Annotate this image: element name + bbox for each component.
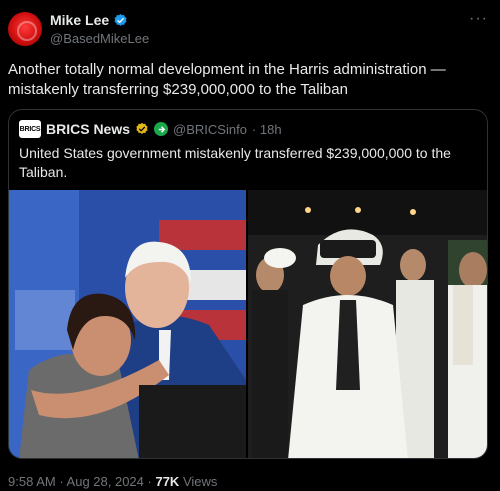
- author-name-row: Mike Lee: [50, 12, 128, 28]
- separator-dot: ·: [143, 474, 156, 489]
- tweet-date[interactable]: Aug 28, 2024: [67, 474, 144, 489]
- views-count: 77K: [155, 474, 180, 489]
- quoted-tweet[interactable]: BRICS BRICS News @BRICSinfo · 18h United…: [8, 109, 488, 459]
- ellipsis-icon[interactable]: ···: [469, 10, 488, 28]
- photo-right-illustration: [248, 190, 487, 458]
- quoted-tweet-time[interactable]: · 18h: [252, 122, 282, 137]
- tweet-header: Mike Lee @BasedMikeLee ···: [8, 8, 492, 52]
- author-avatar[interactable]: [8, 12, 42, 46]
- views-label: Views: [179, 474, 218, 489]
- quoted-tweet-text: United States government mistakenly tran…: [19, 145, 451, 180]
- quoted-author-name[interactable]: BRICS News: [46, 121, 130, 137]
- quoted-author-avatar[interactable]: BRICS: [19, 120, 41, 138]
- separator-dot: ·: [55, 474, 67, 489]
- author-display-name[interactable]: Mike Lee: [50, 12, 109, 28]
- verified-badge-icon: [114, 13, 127, 26]
- quoted-tweet-header: BRICS BRICS News @BRICSinfo · 18h: [19, 120, 282, 138]
- photo-right[interactable]: [248, 190, 487, 458]
- author-handle[interactable]: @BasedMikeLee: [50, 31, 149, 46]
- photo-left-illustration: [9, 190, 246, 458]
- quoted-tweet-media: [9, 190, 487, 458]
- gold-verified-badge-icon: [136, 122, 148, 134]
- photo-left[interactable]: [9, 190, 246, 458]
- affiliate-badge-icon: [154, 122, 169, 136]
- tweet-meta: 9:58 AM · Aug 28, 2024 · 77K Views: [8, 474, 217, 489]
- tweet-text: Another totally normal development in th…: [8, 61, 446, 98]
- quoted-author-handle[interactable]: @BRICSinfo: [173, 122, 247, 137]
- tweet-time[interactable]: 9:58 AM: [8, 474, 56, 489]
